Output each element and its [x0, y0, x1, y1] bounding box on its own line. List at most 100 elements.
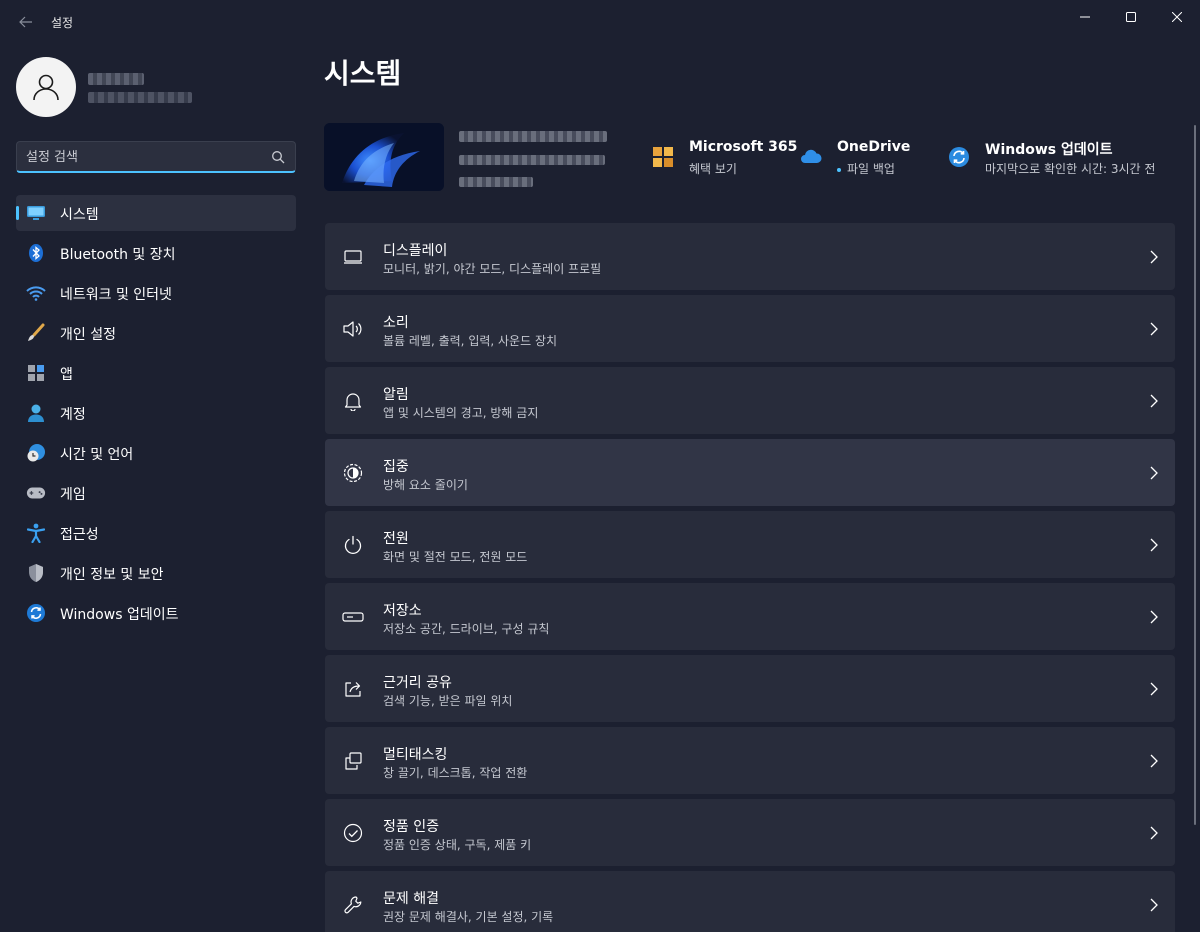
user-name-redacted	[88, 73, 144, 85]
search-icon[interactable]	[271, 150, 285, 164]
setting-title: 소리	[383, 315, 409, 331]
qa-subtitle: 파일 백업	[847, 162, 895, 176]
setting-subtitle: 정품 인증 상태, 구독, 제품 키	[383, 838, 532, 852]
page-title: 시스템	[324, 57, 402, 90]
setting-title: 멀티태스킹	[383, 747, 448, 763]
setting-power[interactable]: 전원 화면 및 절전 모드, 전원 모드	[325, 511, 1175, 578]
close-button[interactable]	[1154, 0, 1200, 34]
settings-list: 디스플레이 모니터, 밝기, 야간 모드, 디스플레이 프로필 소리 볼륨 레벨…	[325, 223, 1175, 932]
sidebar-item-apps[interactable]: 앱	[16, 355, 296, 391]
update-icon	[949, 147, 969, 167]
update-icon	[26, 603, 46, 623]
device-model-redacted	[459, 155, 605, 165]
setting-subtitle: 화면 및 절전 모드, 전원 모드	[383, 550, 528, 564]
chevron-right-icon	[1150, 466, 1158, 480]
sidebar-item-time-language[interactable]: 시간 및 언어	[16, 435, 296, 471]
setting-nearby-sharing[interactable]: 근거리 공유 검색 기능, 받은 파일 위치	[325, 655, 1175, 722]
wrench-icon	[342, 894, 364, 916]
setting-multitasking[interactable]: 멀티태스킹 창 끌기, 데스크톱, 작업 전환	[325, 727, 1175, 794]
sidebar-item-personalization[interactable]: 개인 설정	[16, 315, 296, 351]
setting-title: 알림	[383, 387, 409, 403]
brush-icon	[26, 323, 46, 343]
device-wallpaper-image	[324, 123, 444, 191]
qa-subtitle[interactable]: 마지막으로 확인한 시간: 3시간 전	[985, 160, 1155, 177]
sidebar-item-label: 시스템	[60, 207, 99, 223]
avatar[interactable]	[16, 57, 76, 117]
sidebar-nav: 시스템 Bluetooth 및 장치 네트워크 및 인터넷 개인 설정 앱 계정	[16, 195, 296, 635]
sidebar-item-system[interactable]: 시스템	[16, 195, 296, 231]
storage-icon	[342, 606, 364, 628]
device-name-redacted	[459, 131, 607, 142]
status-dot	[837, 167, 841, 172]
close-icon	[1172, 12, 1182, 22]
qa-title[interactable]: OneDrive	[837, 139, 910, 155]
chevron-right-icon	[1150, 682, 1158, 696]
sidebar-item-label: 접근성	[60, 527, 99, 543]
chevron-right-icon	[1150, 250, 1158, 264]
setting-title: 저장소	[383, 603, 422, 619]
chevron-right-icon	[1150, 322, 1158, 336]
minimize-button[interactable]	[1062, 0, 1108, 34]
sidebar-item-network[interactable]: 네트워크 및 인터넷	[16, 275, 296, 311]
setting-notifications[interactable]: 알림 앱 및 시스템의 경고, 방해 금지	[325, 367, 1175, 434]
sidebar-item-label: 개인 설정	[60, 327, 116, 343]
qa-subtitle-wrap[interactable]: 파일 백업	[837, 160, 895, 177]
sidebar-item-accounts[interactable]: 계정	[16, 395, 296, 431]
device-rename-redacted[interactable]	[459, 177, 533, 187]
back-arrow-icon[interactable]	[14, 12, 38, 36]
accessibility-icon	[26, 523, 46, 543]
search-box[interactable]	[16, 141, 296, 173]
chevron-right-icon	[1150, 898, 1158, 912]
sidebar-item-label: 게임	[60, 487, 86, 503]
qa-title[interactable]: Windows 업데이트	[985, 139, 1113, 159]
chevron-right-icon	[1150, 538, 1158, 552]
sidebar-item-label: 앱	[60, 367, 73, 383]
setting-subtitle: 창 끌기, 데스크톱, 작업 전환	[383, 766, 528, 780]
power-icon	[342, 534, 364, 556]
user-email-redacted	[88, 92, 192, 103]
gamepad-icon	[26, 483, 46, 503]
wifi-icon	[26, 283, 46, 303]
bell-icon	[342, 390, 364, 412]
account-icon	[26, 403, 46, 423]
sidebar-item-label: Bluetooth 및 장치	[60, 247, 176, 263]
activation-icon	[342, 822, 364, 844]
setting-title: 근거리 공유	[383, 675, 452, 691]
maximize-icon	[1126, 12, 1136, 22]
setting-sound[interactable]: 소리 볼륨 레벨, 출력, 입력, 사운드 장치	[325, 295, 1175, 362]
setting-display[interactable]: 디스플레이 모니터, 밝기, 야간 모드, 디스플레이 프로필	[325, 223, 1175, 290]
setting-title: 전원	[383, 531, 409, 547]
onedrive-icon	[801, 149, 822, 163]
setting-focus[interactable]: 집중 방해 요소 줄이기	[325, 439, 1175, 506]
chevron-right-icon	[1150, 394, 1158, 408]
setting-subtitle: 저장소 공간, 드라이브, 구성 규칙	[383, 622, 550, 636]
sidebar-item-windows-update[interactable]: Windows 업데이트	[16, 595, 296, 631]
sidebar-item-label: 네트워크 및 인터넷	[60, 287, 172, 303]
search-input[interactable]	[26, 147, 256, 167]
qa-title[interactable]: Microsoft 365	[689, 139, 797, 155]
app-title: 설정	[51, 16, 74, 30]
setting-subtitle: 볼륨 레벨, 출력, 입력, 사운드 장치	[383, 334, 558, 348]
setting-subtitle: 방해 요소 줄이기	[383, 478, 468, 492]
setting-activation[interactable]: 정품 인증 정품 인증 상태, 구독, 제품 키	[325, 799, 1175, 866]
sidebar-item-accessibility[interactable]: 접근성	[16, 515, 296, 551]
sidebar-item-gaming[interactable]: 게임	[16, 475, 296, 511]
minimize-icon	[1080, 16, 1090, 18]
sidebar-item-bluetooth[interactable]: Bluetooth 및 장치	[16, 235, 296, 271]
setting-storage[interactable]: 저장소 저장소 공간, 드라이브, 구성 규칙	[325, 583, 1175, 650]
bluetooth-icon	[26, 243, 46, 263]
maximize-button[interactable]	[1108, 0, 1154, 34]
scrollbar[interactable]	[1194, 125, 1196, 825]
setting-title: 정품 인증	[383, 819, 439, 835]
qa-subtitle[interactable]: 혜택 보기	[689, 160, 737, 177]
setting-title: 디스플레이	[383, 243, 448, 259]
sidebar-item-label: 개인 정보 및 보안	[60, 567, 164, 583]
chevron-right-icon	[1150, 610, 1158, 624]
sidebar-item-label: 계정	[60, 407, 86, 423]
setting-subtitle: 권장 문제 해결사, 기본 설정, 기록	[383, 910, 554, 924]
setting-troubleshoot[interactable]: 문제 해결 권장 문제 해결사, 기본 설정, 기록	[325, 871, 1175, 932]
focus-icon	[342, 462, 364, 484]
microsoft365-icon	[653, 147, 673, 167]
speaker-icon	[342, 318, 364, 340]
sidebar-item-privacy[interactable]: 개인 정보 및 보안	[16, 555, 296, 591]
